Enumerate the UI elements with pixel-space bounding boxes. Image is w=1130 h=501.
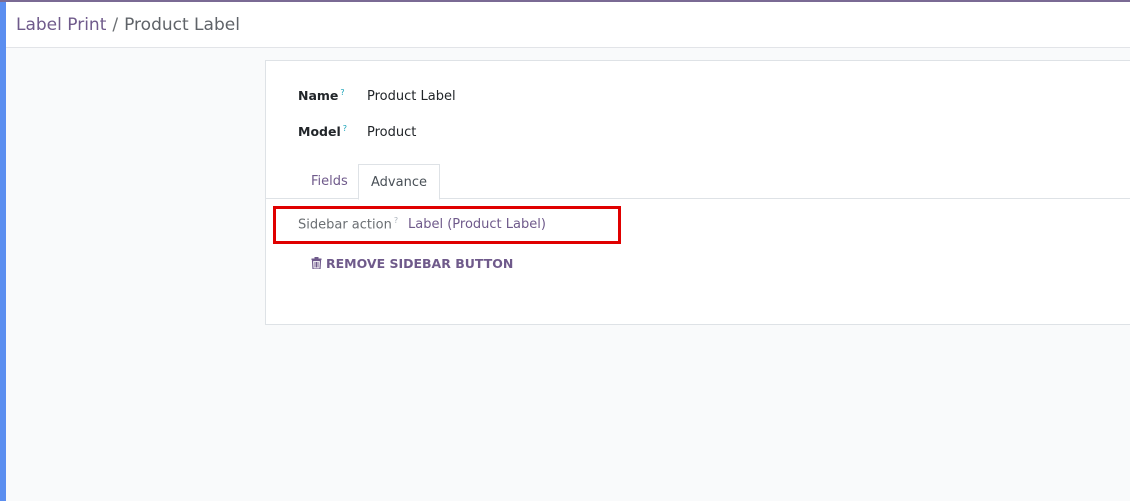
notebook-tabs: Fields Advance — [266, 164, 1130, 200]
name-field-label-wrap: Name? — [298, 88, 367, 103]
sidebar-action-label-wrap: Sidebar action? — [298, 216, 408, 232]
control-panel: Label Print / Product Label — [6, 2, 1130, 48]
name-field-row: Name? Product Label — [298, 86, 456, 106]
model-help-icon[interactable]: ? — [343, 124, 347, 133]
name-help-icon[interactable]: ? — [340, 88, 344, 97]
name-field-value[interactable]: Product Label — [367, 89, 456, 104]
trash-icon — [311, 257, 322, 269]
remove-sidebar-button[interactable]: REMOVE SIDEBAR BUTTON — [311, 253, 513, 273]
breadcrumb: Label Print / Product Label — [16, 15, 240, 35]
breadcrumb-separator: / — [112, 14, 119, 35]
sidebar-action-label: Sidebar action — [298, 217, 392, 233]
model-field-label-wrap: Model? — [298, 124, 367, 139]
model-field-value[interactable]: Product — [367, 125, 416, 140]
model-field-row: Model? Product — [298, 122, 416, 142]
sidebar-action-row: Sidebar action? Label (Product Label) — [298, 214, 546, 234]
left-edge-bar — [0, 2, 6, 501]
form-sheet: Name? Product Label Model? Product Field… — [265, 60, 1130, 325]
tab-advance[interactable]: Advance — [358, 164, 440, 200]
model-field-label: Model — [298, 124, 341, 140]
remove-sidebar-button-label: REMOVE SIDEBAR BUTTON — [326, 255, 514, 271]
breadcrumb-parent-link[interactable]: Label Print — [16, 15, 106, 35]
breadcrumb-current: Product Label — [124, 14, 240, 35]
name-field-label: Name — [298, 88, 339, 104]
sidebar-action-value-link[interactable]: Label (Product Label) — [408, 217, 546, 232]
tab-fields[interactable]: Fields — [299, 164, 360, 199]
page: Label Print / Product Label Name? Produc… — [0, 0, 1130, 501]
sidebar-action-help-icon[interactable]: ? — [394, 216, 398, 225]
